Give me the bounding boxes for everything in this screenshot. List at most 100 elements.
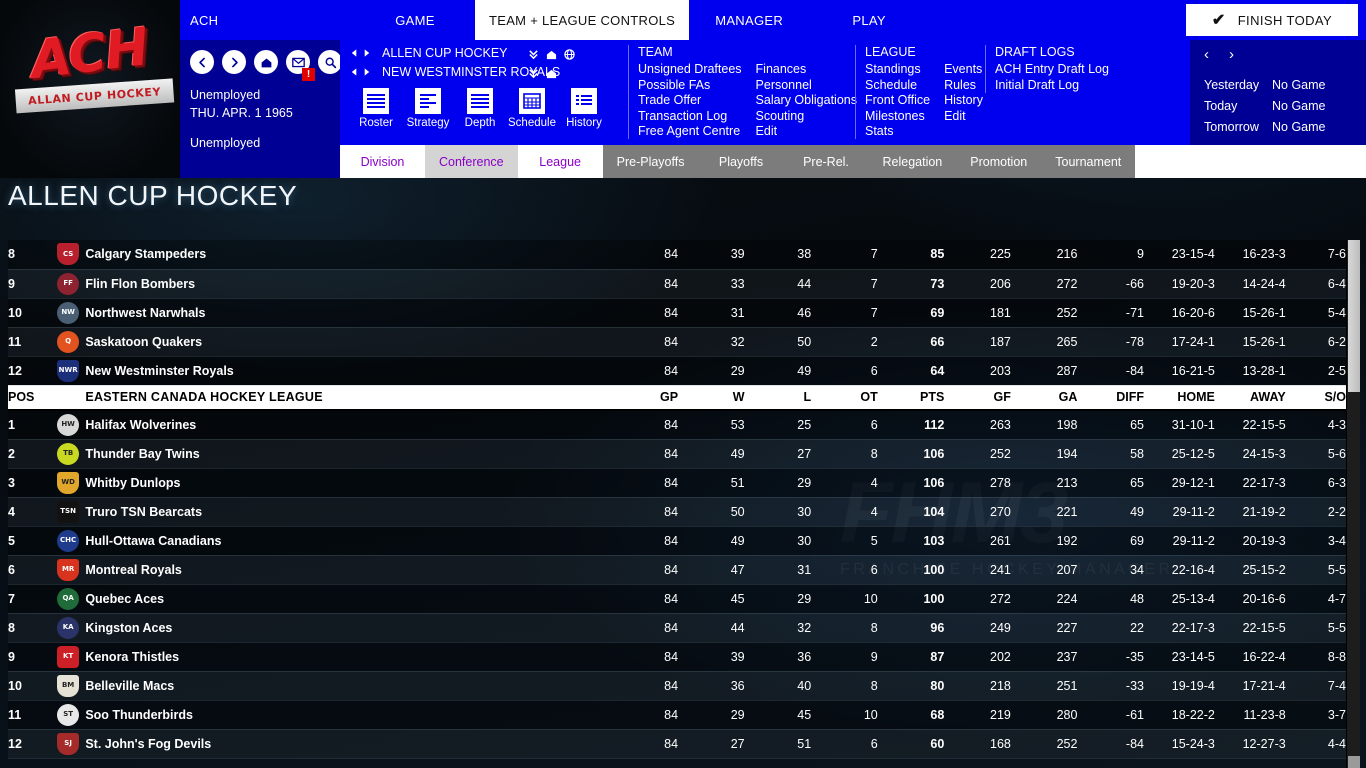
table-row[interactable]: 5 CHC Hull-Ottawa Canadians 84 49 30 5 103 261 19… (8, 526, 1346, 556)
home-icon[interactable] (546, 66, 557, 84)
team-selector-arrows[interactable] (350, 67, 378, 77)
home-record: 31-10-1 (1143, 410, 1215, 440)
team-menu-free-agent-centre[interactable]: Free Agent Centre (638, 124, 742, 139)
chevrons-down-icon[interactable] (528, 66, 539, 84)
league-menu-front-office[interactable]: Front Office (865, 93, 930, 108)
header-w[interactable]: W (678, 384, 745, 411)
menu-item-team-league-controls[interactable]: TEAM + LEAGUE CONTROLS (475, 0, 690, 40)
goals-against: 287 (1010, 356, 1078, 386)
header-home[interactable]: HOME (1143, 384, 1215, 411)
table-row[interactable]: 2 TB Thunder Bay Twins 84 49 27 8 106 252 194 58 25… (8, 439, 1346, 469)
table-row[interactable]: 1 HW Halifax Wolverines 84 53 25 6 112 263 198 65 3… (8, 410, 1346, 440)
mail-badge: ! (302, 68, 315, 81)
header-l[interactable]: L (744, 384, 812, 411)
finish-today-button[interactable]: ✔ FINISH TODAY (1186, 4, 1358, 36)
table-row[interactable]: 12 NWR New Westminster Royals 84 29 49 6 64 203 2… (8, 356, 1346, 386)
tab-pre-playoffs[interactable]: Pre-Playoffs (602, 145, 699, 178)
tab-relegation[interactable]: Relegation (868, 145, 957, 178)
table-row[interactable]: 8 KA Kingston Aces 84 44 32 8 96 249 227 22 22-17-3… (8, 613, 1346, 643)
tab-promotion[interactable]: Promotion (956, 145, 1042, 178)
table-row[interactable]: 9 KT Kenora Thistles 84 39 36 9 87 202 237 -35 23-1… (8, 642, 1346, 672)
header-ot[interactable]: OT (811, 384, 878, 411)
table-row[interactable]: 10 BM Belleville Macs 84 36 40 8 80 218 251 -33 19-… (8, 671, 1346, 701)
team-menu-possible-fas[interactable]: Possible FAs (638, 78, 742, 93)
table-row[interactable]: 3 WD Whitby Dunlops 84 51 29 4 106 278 213 65 29-12… (8, 468, 1346, 498)
prev-day-button[interactable]: ‹ (1204, 46, 1209, 63)
team-menu-edit[interactable]: Edit (756, 124, 857, 139)
quick-button-depth[interactable]: Depth (454, 88, 506, 129)
globe-icon[interactable] (564, 47, 575, 65)
section-title[interactable]: EASTERN CANADA HOCKEY LEAGUE (85, 384, 612, 411)
standings-scrollbar[interactable] (1346, 240, 1360, 768)
table-row[interactable]: 11 Q Saskatoon Quakers 84 32 50 2 66 187 265 -78 17… (8, 327, 1346, 357)
table-row[interactable]: 6 MR Montreal Royals 84 47 31 6 100 241 207 34 22-1… (8, 555, 1346, 585)
quick-button-history[interactable]: History (558, 88, 610, 129)
tab-tournament[interactable]: Tournament (1041, 145, 1136, 178)
back-icon[interactable] (190, 50, 214, 74)
roster-icon (363, 88, 389, 114)
team-menu-trade-offer[interactable]: Trade Offer (638, 93, 742, 108)
header-ga[interactable]: GA (1010, 384, 1078, 411)
league-menu-standings[interactable]: Standings (865, 62, 930, 77)
scroll-down-arrow[interactable] (1348, 756, 1360, 768)
header-away[interactable]: AWAY (1214, 384, 1286, 411)
next-day-button[interactable]: › (1229, 46, 1234, 63)
menu-item-play[interactable]: PLAY (809, 0, 929, 40)
table-row[interactable]: 12 SJ St. John's Fog Devils 84 27 51 6 60 168 252… (8, 729, 1346, 759)
table-row[interactable]: 7 QA Quebec Aces 84 45 29 10 100 272 224 48 25-13-4… (8, 584, 1346, 614)
tab-pre-rel[interactable]: Pre-Rel. (783, 145, 869, 178)
league-selector-arrows[interactable] (350, 48, 378, 58)
tab-division[interactable]: Division (340, 145, 425, 178)
shootout-record: 4-4 (1285, 729, 1346, 759)
header-gf[interactable]: GF (944, 384, 1011, 411)
team-menu-salary-obligations[interactable]: Salary Obligations (756, 93, 857, 108)
header-gp[interactable]: GP (611, 384, 679, 411)
kenora-thistles-logo: KT (57, 645, 80, 668)
quick-button-strategy[interactable]: Strategy (402, 88, 454, 129)
scrollbar-thumb[interactable] (1348, 240, 1360, 392)
wins: 29 (678, 356, 745, 386)
league-menu-events[interactable]: Events (944, 62, 983, 77)
search-icon[interactable] (318, 50, 342, 74)
mail-icon[interactable]: ! (286, 50, 315, 81)
home-icon[interactable] (254, 50, 278, 74)
header-pts[interactable]: PTS (877, 384, 945, 411)
team-menu-unsigned-draftees[interactable]: Unsigned Draftees (638, 62, 742, 77)
header-diff[interactable]: DIFF (1077, 384, 1144, 411)
league-menu-rules[interactable]: Rules (944, 78, 983, 93)
tab-playoffs[interactable]: Playoffs (698, 145, 784, 178)
league-menu-stats[interactable]: Stats (865, 124, 930, 139)
league-menu-schedule[interactable]: Schedule (865, 78, 930, 93)
tab-league[interactable]: League (517, 145, 603, 178)
wins: 33 (678, 269, 745, 299)
header-logo[interactable] (50, 384, 86, 411)
team-menu-scouting[interactable]: Scouting (756, 109, 857, 124)
league-menu-edit[interactable]: Edit (944, 109, 983, 124)
table-row[interactable]: 9 FF Flin Flon Bombers 84 33 44 7 73 206 272 -66 19… (8, 269, 1346, 299)
points: 100 (877, 584, 945, 614)
table-row[interactable]: 11 ST Soo Thunderbirds 84 29 45 10 68 219 280 -61 1… (8, 700, 1346, 730)
day-status-tomorrow: No Game (1272, 119, 1326, 134)
overtime-losses: 4 (811, 497, 878, 527)
team-menu-transaction-log[interactable]: Transaction Log (638, 109, 742, 124)
draft-log-initial[interactable]: Initial Draft Log (995, 78, 1109, 93)
table-row[interactable]: 8 CS Calgary Stampeders 84 39 38 7 85 225 216 9 23-… (8, 240, 1346, 270)
league-menu-milestones[interactable]: Milestones (865, 109, 930, 124)
team-menu-finances[interactable]: Finances (756, 62, 857, 77)
table-row[interactable]: 4 TSN Truro TSN Bearcats 84 50 30 4 104 270 221 49… (8, 497, 1346, 527)
team-menu-personnel[interactable]: Personnel (756, 78, 857, 93)
draft-log-ach-entry[interactable]: ACH Entry Draft Log (995, 62, 1109, 77)
league-menu-history[interactable]: History (944, 93, 983, 108)
chevrons-down-icon[interactable] (528, 47, 539, 65)
quick-button-schedule[interactable]: Schedule (506, 88, 558, 129)
table-row[interactable]: 10 NW Northwest Narwhals 84 31 46 7 69 181 252 -71… (8, 298, 1346, 328)
quick-button-roster[interactable]: Roster (350, 88, 402, 129)
tab-conference[interactable]: Conference (425, 145, 518, 178)
menu-item-manager[interactable]: MANAGER (689, 0, 809, 40)
forward-icon[interactable] (222, 50, 246, 74)
header-so[interactable]: S/O (1285, 384, 1346, 411)
menu-item-game[interactable]: GAME (355, 0, 475, 40)
header-pos[interactable]: POS (8, 384, 51, 411)
home-icon[interactable] (546, 47, 557, 65)
games-played: 84 (611, 298, 679, 328)
